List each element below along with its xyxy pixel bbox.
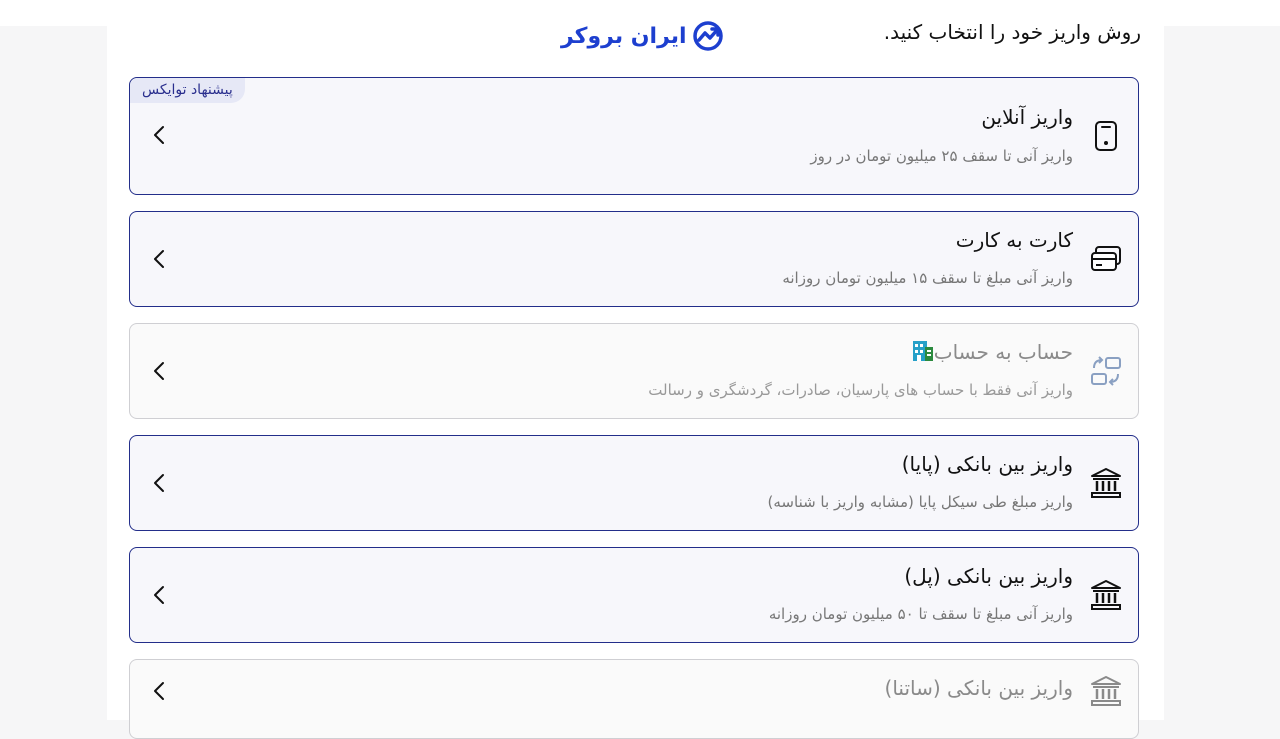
method-online-card[interactable]: پیشنهاد توایکس واریز آنلاین واریز آنی تا… xyxy=(129,77,1139,195)
method-label: واریز آنلاین xyxy=(981,105,1073,129)
building-icon xyxy=(912,341,933,361)
bank-icon xyxy=(1090,675,1122,707)
method-account-to-account[interactable]: حساب به حساب واریز آنی فقط با حساب های پ… xyxy=(129,323,1139,419)
chevron-left-icon xyxy=(154,250,164,268)
method-description: واریز آنی فقط با حساب های پارسیان، صادرا… xyxy=(648,381,1073,399)
method-card-to-card[interactable]: کارت به کارت واریز آنی مبلغ تا سقف ۱۵ می… xyxy=(129,211,1139,307)
method-label: حساب به حساب xyxy=(933,340,1073,364)
method-label: واریز بین بانکی (ساتنا) xyxy=(884,676,1073,700)
method-label-row: حساب به حساب xyxy=(904,340,1073,364)
method-satna[interactable]: واریز بین بانکی (ساتنا) xyxy=(129,659,1139,739)
method-label: واریز بین بانکی (پایا) xyxy=(901,452,1073,476)
method-paya[interactable]: واریز بین بانکی (پایا) واریز مبلغ طی سیک… xyxy=(129,435,1139,531)
method-description: واریز آنی مبلغ تا سقف ۱۵ میلیون تومان رو… xyxy=(782,269,1073,287)
bank-icon xyxy=(1090,467,1122,499)
method-description: واریز مبلغ طی سیکل پایا (مشابه واریز با … xyxy=(767,493,1073,511)
method-pol[interactable]: واریز بین بانکی (پل) واریز آنی مبلغ تا س… xyxy=(129,547,1139,643)
bank-icon xyxy=(1090,579,1122,611)
account-transfer-icon xyxy=(1090,355,1122,387)
page-title: روش واریز خود را انتخاب کنید. xyxy=(883,20,1141,44)
card-icon xyxy=(1090,243,1122,275)
chevron-left-icon xyxy=(154,362,164,380)
recommended-badge: پیشنهاد توایکس xyxy=(130,78,245,103)
logo-chart-icon xyxy=(692,21,723,51)
phone-icon xyxy=(1090,120,1122,152)
chevron-left-icon xyxy=(154,474,164,492)
method-description: واریز آنی مبلغ تا سقف تا ۵۰ میلیون تومان… xyxy=(768,605,1073,623)
chevron-left-icon xyxy=(154,586,164,604)
method-description: واریز آنی تا سقف ۲۵ میلیون تومان در روز xyxy=(810,147,1073,165)
method-label: کارت به کارت xyxy=(955,228,1073,252)
brand-logo: ایران بروکر xyxy=(561,20,725,52)
logo-text: ایران بروکر xyxy=(561,23,687,49)
chevron-left-icon xyxy=(154,126,164,144)
method-label: واریز بین بانکی (پل) xyxy=(904,564,1073,588)
chevron-left-icon xyxy=(154,682,164,700)
